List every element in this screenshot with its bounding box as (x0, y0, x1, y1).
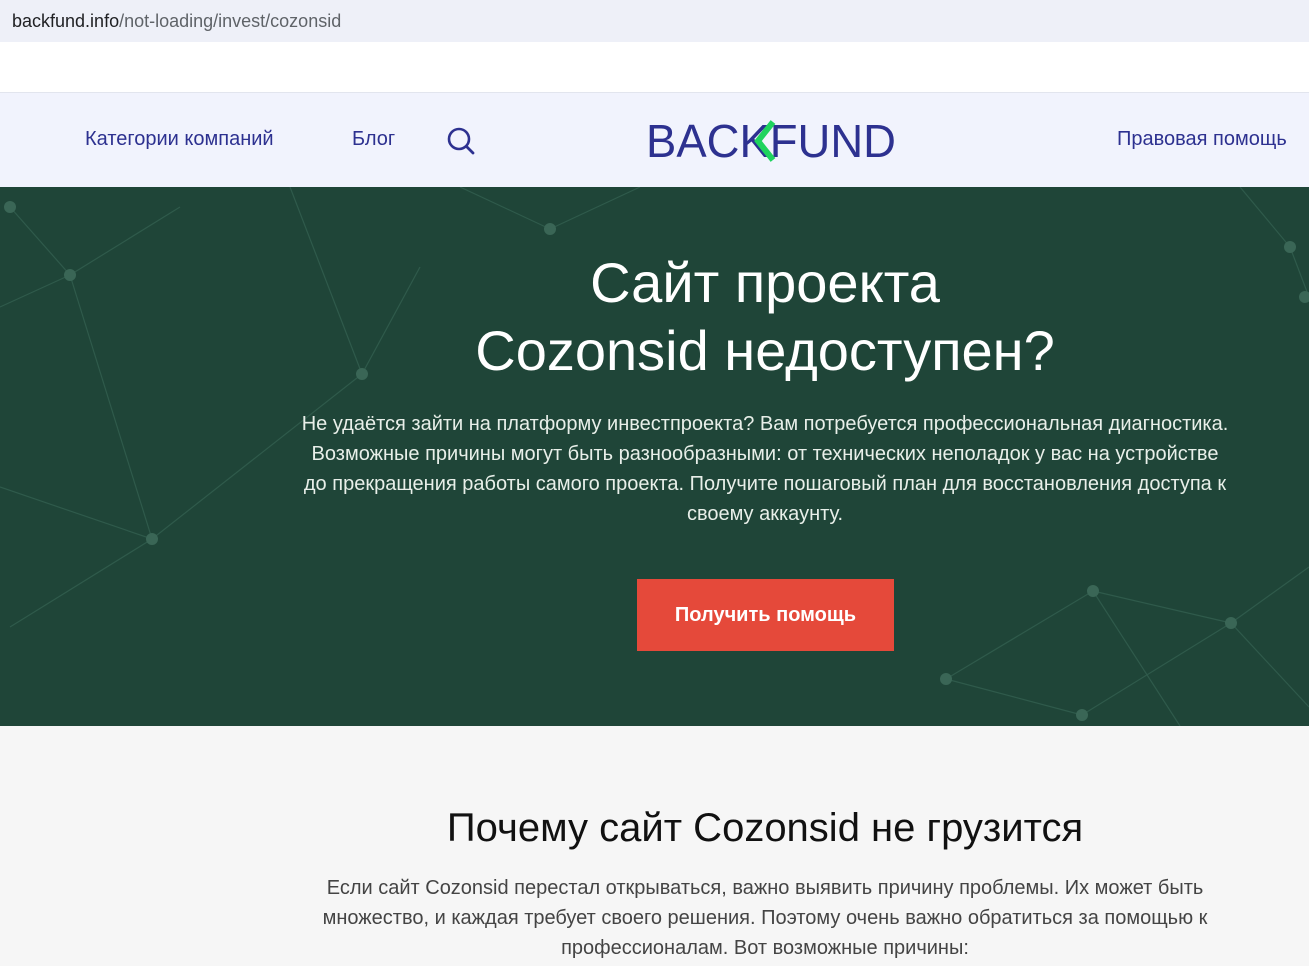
get-help-button[interactable]: Получить помощь (637, 579, 894, 651)
browser-address-bar[interactable]: backfund.info/not-loading/invest/cozonsi… (0, 0, 1309, 42)
hero-title: Сайт проекта Cozonsid недоступен? (330, 249, 1200, 385)
browser-toolbar-spacer (0, 42, 1309, 93)
hero-title-line-2: Cozonsid недоступен? (475, 319, 1055, 382)
url-host: backfund.info (12, 11, 120, 31)
why-not-loading-section: Почему сайт Cozonsid не грузится Если са… (0, 726, 1309, 966)
url-text[interactable]: backfund.info/not-loading/invest/cozonsi… (12, 11, 341, 32)
search-icon[interactable] (446, 126, 476, 156)
url-path: /not-loading/invest/cozonsid (119, 11, 342, 31)
section-title: Почему сайт Cozonsid не грузится (446, 806, 1084, 850)
hero-description: Не удаётся зайти на платформу инвестпрое… (301, 413, 1229, 525)
section-intro-text: Если сайт Cozonsid перестал открываться,… (322, 877, 1208, 959)
hero-section: Сайт проекта Cozonsid недоступен? Не удаё… (0, 187, 1309, 726)
nav-blog-link[interactable]: Блог (352, 128, 395, 151)
site-logo[interactable]: BACKFUND (646, 118, 902, 164)
nav-legal-help-link[interactable]: Правовая помощь (1117, 128, 1287, 151)
hero-title-line-1: Сайт проекта (590, 251, 940, 314)
nav-categories-link[interactable]: Категории компаний (85, 128, 274, 151)
